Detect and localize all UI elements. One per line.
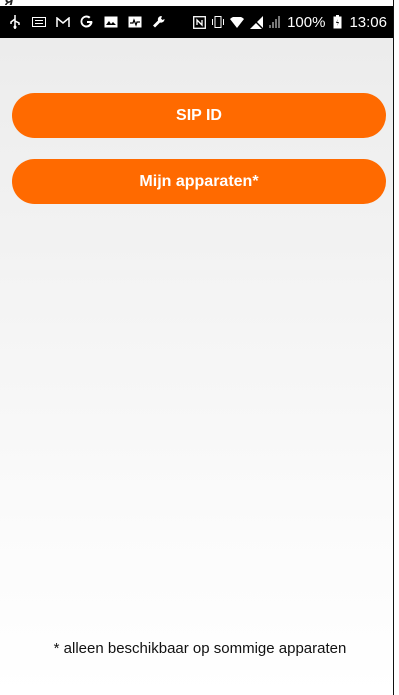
wifi-icon bbox=[230, 15, 245, 29]
battery-percent: 100% bbox=[287, 13, 326, 31]
screen-right-margin bbox=[394, 0, 399, 695]
pulse-icon bbox=[128, 15, 142, 29]
main-content: SIP ID Mijn apparaten* * alleen beschikb… bbox=[0, 38, 393, 695]
battery-icon bbox=[330, 15, 344, 29]
cropped-glyph-fragment: ℊ bbox=[2, 0, 42, 5]
usb-icon bbox=[8, 15, 22, 29]
wrench-icon bbox=[152, 15, 166, 29]
availability-footnote: * alleen beschikbaar op sommige apparate… bbox=[53, 640, 347, 657]
nfc-icon bbox=[192, 15, 206, 29]
status-bar-notification-icons bbox=[8, 6, 166, 38]
status-bar-system-icons: 100% 13:06 bbox=[192, 6, 387, 38]
signal-icon bbox=[268, 15, 282, 29]
image-icon bbox=[104, 15, 118, 29]
gmail-icon bbox=[56, 15, 70, 29]
my-devices-button[interactable]: Mijn apparaten* bbox=[12, 159, 386, 204]
status-time: 13:06 bbox=[349, 13, 387, 31]
google-icon bbox=[80, 15, 94, 29]
status-bar: 100% 13:06 bbox=[0, 6, 393, 38]
no-sim-icon bbox=[249, 15, 263, 29]
sip-id-button[interactable]: SIP ID bbox=[12, 93, 386, 138]
keyboard-icon bbox=[32, 15, 46, 29]
vibrate-icon bbox=[211, 15, 225, 29]
